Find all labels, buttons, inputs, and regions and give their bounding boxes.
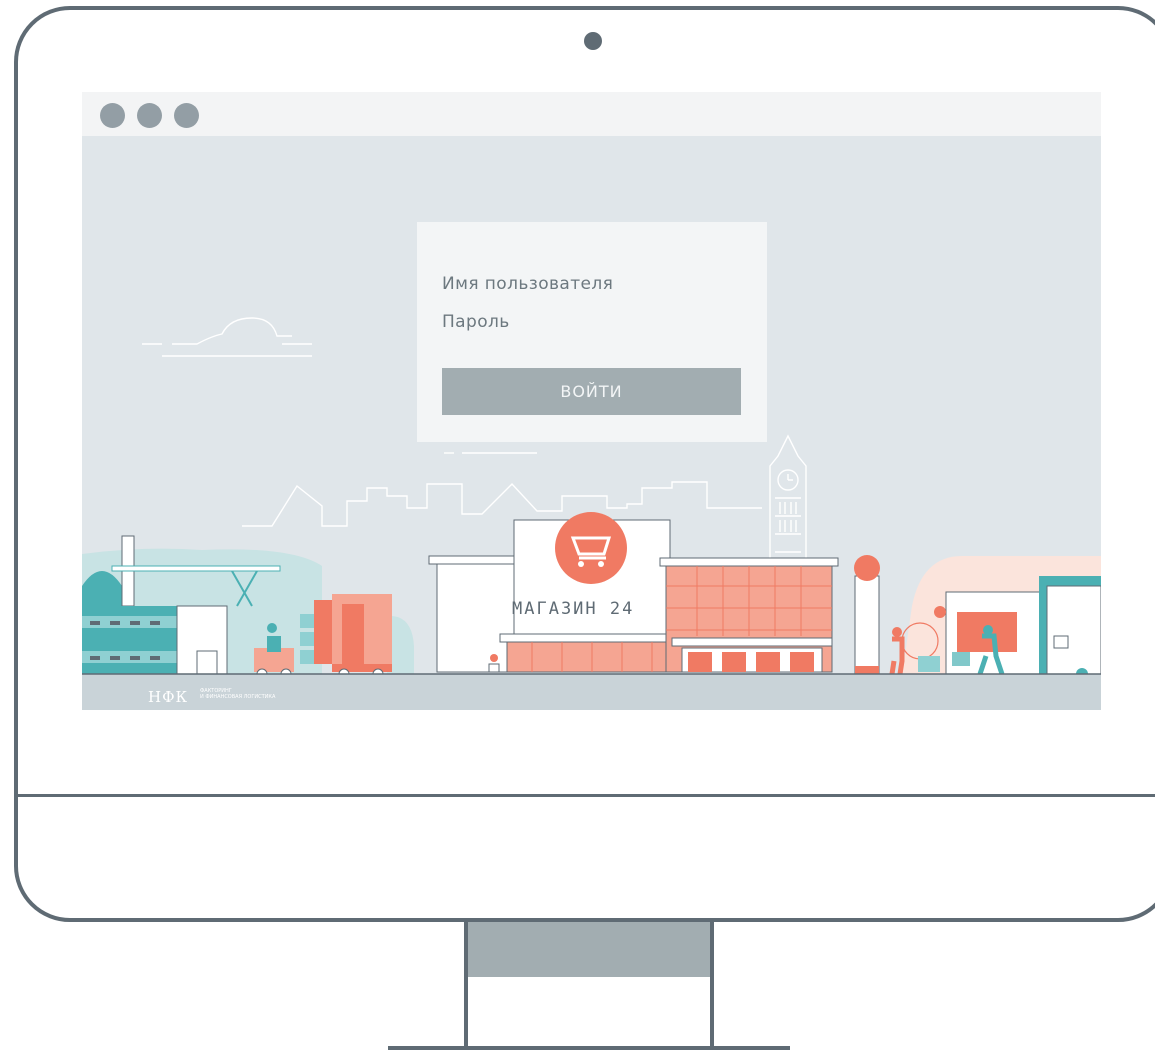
- cloud-icon: [142, 317, 312, 357]
- company-tagline: ФАКТОРИНГ И ФИНАНСОВАЯ ЛОГИСТИКА: [200, 688, 276, 700]
- monitor-base: [388, 1046, 790, 1050]
- company-logo: НФК: [148, 688, 189, 706]
- login-button[interactable]: ВОЙТИ: [442, 368, 741, 415]
- monitor-stand: [464, 922, 714, 1052]
- browser-window: МАГАЗИН 24 НФК ФАКТОРИНГ И ФИНАНСОВАЯ ЛО…: [82, 92, 1101, 710]
- username-field[interactable]: Имя пользователя: [442, 274, 613, 294]
- clock-tower: [769, 434, 807, 570]
- window-dot-icon[interactable]: [100, 103, 125, 128]
- store-building: [428, 512, 839, 673]
- store-sign-text: МАГАЗИН 24: [512, 599, 634, 619]
- page-viewport: МАГАЗИН 24 НФК ФАКТОРИНГ И ФИНАНСОВАЯ ЛО…: [82, 136, 1101, 710]
- window-dot-icon[interactable]: [137, 103, 162, 128]
- window-dot-icon[interactable]: [174, 103, 199, 128]
- webcam-icon: [584, 32, 602, 50]
- skyline-outline: [242, 481, 762, 527]
- monitor-chin-divider: [18, 794, 1155, 797]
- password-field[interactable]: Пароль: [442, 312, 510, 332]
- store-totem: [854, 555, 880, 675]
- delivery-van: [1039, 576, 1101, 680]
- window-titlebar: [82, 92, 1101, 136]
- login-form: Имя пользователя Пароль ВОЙТИ: [417, 222, 767, 442]
